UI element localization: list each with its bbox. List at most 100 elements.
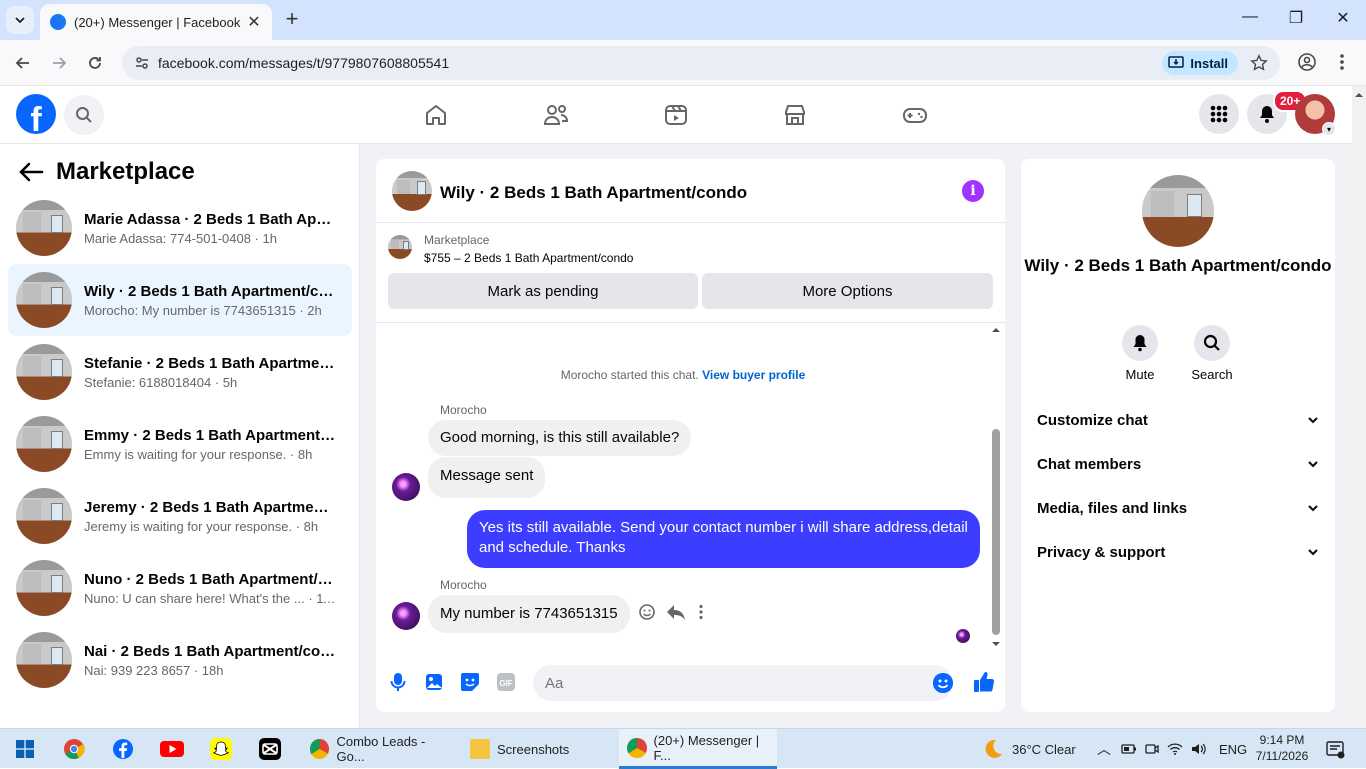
conversation-item-active[interactable]: Wily · 2 Beds 1 Bath Apartment/co... Moro… <box>8 264 352 336</box>
nav-friends-button[interactable] <box>543 102 569 128</box>
send-like-button[interactable] <box>972 670 996 694</box>
attach-photo-button[interactable] <box>423 671 445 693</box>
voice-clip-button[interactable] <box>387 671 409 693</box>
nav-gaming-button[interactable] <box>902 102 928 128</box>
chat-thumbnail[interactable] <box>392 171 432 211</box>
menu-grid-button[interactable] <box>1199 94 1239 134</box>
start-button[interactable] <box>13 737 37 761</box>
battery-icon[interactable] <box>1121 742 1137 756</box>
browser-toolbar: facebook.com/messages/t/9779807608805541… <box>0 40 1366 86</box>
mute-button[interactable]: Mute <box>1110 325 1170 382</box>
browser-menu-button[interactable] <box>1336 52 1348 72</box>
conversation-item[interactable]: Nai · 2 Beds 1 Bath Apartment/con... Nai:… <box>8 624 352 696</box>
nav-home-button[interactable] <box>423 102 449 128</box>
bookmark-star-icon[interactable] <box>1250 54 1268 72</box>
profile-button[interactable] <box>1297 52 1317 72</box>
facebook-taskbar-button[interactable] <box>111 737 135 761</box>
scroll-up-icon[interactable] <box>990 325 1002 335</box>
forward-button[interactable] <box>48 52 70 74</box>
reload-button[interactable] <box>84 52 106 74</box>
conversation-item[interactable]: Jeremy · 2 Beds 1 Bath Apartment/... Jere… <box>8 480 352 552</box>
capcut-taskbar-button[interactable] <box>258 737 282 761</box>
reply-icon[interactable] <box>666 603 686 621</box>
chat-title[interactable]: Wily · 2 Beds 1 Bath Apartment/condo <box>440 183 747 203</box>
info-icon[interactable]: i <box>962 180 984 202</box>
speaker-icon[interactable] <box>1191 742 1207 756</box>
back-button[interactable] <box>12 52 34 74</box>
sticker-button[interactable] <box>459 671 481 693</box>
profile-icon <box>1298 53 1316 71</box>
message-bubble-incoming[interactable]: Good morning, is this still available? <box>428 420 692 456</box>
gif-button[interactable]: GIF <box>495 671 517 693</box>
weather-widget[interactable]: 36°C Clear <box>982 729 1076 769</box>
more-dots-icon[interactable] <box>698 604 704 620</box>
react-emoji-icon[interactable] <box>638 603 656 621</box>
listing-price-title[interactable]: $755 – 2 Beds 1 Bath Apartment/condo <box>424 251 633 265</box>
taskbar-app-combo-leads[interactable]: Combo Leads - Go... <box>302 729 454 769</box>
conversation-item[interactable]: Nuno · 2 Beds 1 Bath Apartment/c... Nuno:… <box>8 552 352 624</box>
conversation-item[interactable]: Stefanie · 2 Beds 1 Bath Apartment... Ste… <box>8 336 352 408</box>
taskbar-app-label: (20+) Messenger | F... <box>653 732 760 763</box>
notification-center-button[interactable] <box>1323 737 1347 761</box>
minimize-icon[interactable]: — <box>1238 8 1262 26</box>
privacy-support-section[interactable]: Privacy & support <box>1037 540 1319 564</box>
language-indicator[interactable]: ENG <box>1219 742 1247 757</box>
conversation-item[interactable]: Marie Adassa · 2 Beds 1 Bath Apart... Mar… <box>8 192 352 264</box>
more-options-button[interactable]: More Options <box>702 273 993 309</box>
nav-marketplace-button[interactable] <box>782 102 808 128</box>
account-caret-icon[interactable]: ▾ <box>1322 122 1336 136</box>
restore-icon[interactable]: ❐ <box>1284 8 1308 28</box>
details-avatar[interactable] <box>1142 175 1214 247</box>
scroll-down-icon[interactable] <box>990 639 1002 649</box>
mark-as-pending-button[interactable]: Mark as pending <box>388 273 698 309</box>
listing-thumbnail[interactable] <box>388 235 412 259</box>
chrome-icon <box>627 737 647 758</box>
system-clock[interactable]: 9:14 PM 7/11/2026 <box>1252 732 1312 764</box>
media-files-links-section[interactable]: Media, files and links <box>1037 496 1319 520</box>
tab-search-button[interactable] <box>6 6 34 34</box>
facebook-search-button[interactable] <box>64 95 104 135</box>
emoji-button[interactable] <box>933 673 953 693</box>
clock-date: 7/11/2026 <box>1255 749 1309 763</box>
page-scrollbar[interactable] <box>1352 86 1366 728</box>
chevron-up-icon[interactable]: ︿ <box>1097 739 1111 759</box>
taskbar-app-screenshots[interactable]: Screenshots <box>462 729 612 769</box>
nav-video-button[interactable] <box>663 102 689 128</box>
url-text[interactable]: facebook.com/messages/t/9779807608805541 <box>158 55 449 71</box>
chat-panel: Wily · 2 Beds 1 Bath Apartment/condo i M… <box>376 159 1005 712</box>
scroll-up-icon[interactable] <box>1352 90 1366 100</box>
chat-members-section[interactable]: Chat members <box>1037 452 1319 476</box>
buyer-avatar[interactable] <box>392 473 420 501</box>
camera-icon[interactable] <box>1145 742 1159 756</box>
capcut-icon <box>259 738 281 760</box>
conversation-item[interactable]: Emmy · 2 Beds 1 Bath Apartment/c... Emmy … <box>8 408 352 480</box>
back-arrow-icon[interactable] <box>18 160 44 184</box>
conversation-name: Nai · 2 Beds 1 Bath Apartment/con... <box>84 642 336 660</box>
snapchat-icon <box>210 738 232 760</box>
customize-chat-section[interactable]: Customize chat <box>1037 408 1319 432</box>
buyer-avatar[interactable] <box>392 602 420 630</box>
view-buyer-profile-link[interactable]: View buyer profile <box>702 368 805 382</box>
chrome-taskbar-button[interactable] <box>62 737 86 761</box>
facebook-logo-icon[interactable]: f <box>16 94 56 134</box>
chat-scroll-thumb[interactable] <box>992 429 1000 635</box>
address-bar[interactable]: facebook.com/messages/t/9779807608805541… <box>122 46 1280 80</box>
section-label: Media, files and links <box>1037 499 1188 517</box>
window-close-icon[interactable]: ✕ <box>1331 8 1355 28</box>
message-actions <box>638 603 704 621</box>
taskbar-app-messenger[interactable]: (20+) Messenger | F... <box>619 729 777 769</box>
message-input[interactable] <box>533 665 953 701</box>
snapchat-taskbar-button[interactable] <box>209 737 233 761</box>
youtube-taskbar-button[interactable] <box>160 737 184 761</box>
install-button[interactable]: Install <box>1162 51 1238 75</box>
message-bubble-outgoing[interactable]: Yes its still available. Send your conta… <box>467 510 980 568</box>
message-bubble-incoming[interactable]: My number is 7743651315 <box>428 595 630 633</box>
wifi-icon[interactable] <box>1167 742 1183 756</box>
photo-icon <box>426 674 442 690</box>
new-tab-button[interactable]: + <box>282 8 302 30</box>
search-in-chat-button[interactable]: Search <box>1182 325 1242 382</box>
message-bubble-incoming[interactable]: Message sent <box>428 457 546 498</box>
browser-tab-messenger[interactable]: (20+) Messenger | Facebook ✕ <box>40 4 272 40</box>
site-settings-icon[interactable] <box>134 55 150 71</box>
close-tab-icon[interactable]: ✕ <box>246 12 262 32</box>
